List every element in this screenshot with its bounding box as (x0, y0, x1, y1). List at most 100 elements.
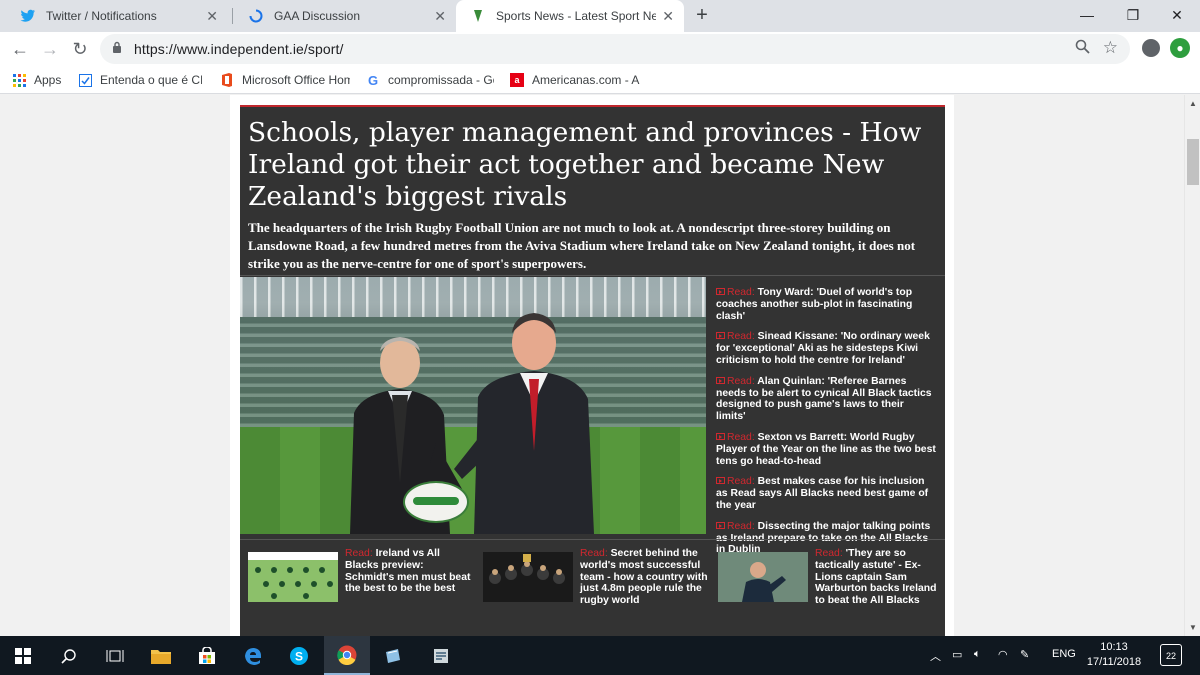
read-label: Read: (727, 520, 755, 532)
lock-icon (112, 41, 122, 56)
read-label: Read: (727, 287, 755, 298)
rugby-ball (403, 481, 469, 523)
hero-image[interactable] (240, 277, 706, 534)
bookmark-google[interactable]: G compromissada - Go (366, 71, 494, 89)
read-label: Read: (580, 548, 608, 559)
google-icon: G (367, 72, 379, 88)
tab-title: GAA Discussion (274, 9, 361, 23)
americanas-icon: a (510, 73, 524, 87)
article-headline[interactable]: Schools, player management and provinces… (248, 117, 938, 213)
close-icon[interactable]: ✕ (206, 8, 218, 24)
notification-center-icon[interactable]: 22 (1160, 644, 1182, 666)
new-tab-button[interactable]: + (692, 4, 712, 27)
team-celebration-thumbnail (483, 552, 573, 602)
related-link-4[interactable]: Read: Sexton vs Barrett: World Rugby Pla… (716, 432, 936, 467)
wifi-icon[interactable]: ◠ (998, 648, 1008, 661)
bookmark-office[interactable]: Microsoft Office Hom (220, 71, 350, 89)
bookmark-entenda[interactable]: Entenda o que é CDI (78, 71, 202, 89)
video-icon (716, 432, 725, 440)
minimize-button[interactable]: — (1064, 0, 1110, 30)
video-icon (716, 477, 725, 485)
related-link-5[interactable]: Read: Best makes case for his inclusion … (716, 476, 936, 511)
battery-icon[interactable]: ▭ (952, 648, 962, 661)
chrome-icon[interactable] (324, 636, 370, 675)
read-label: Read: (815, 548, 843, 559)
lead-article: Schools, player management and provinces… (240, 105, 945, 636)
bookmark-americanas[interactable]: a Americanas.com - A l (510, 71, 642, 89)
bookmark-label: Entenda o que é CDI (100, 73, 202, 87)
pen-icon[interactable]: ✎ (1020, 648, 1029, 661)
read-label: Read: (345, 548, 373, 559)
forward-icon[interactable]: → (38, 37, 62, 61)
related-link-2[interactable]: Read: Sinead Kissane: 'No ordinary week … (716, 331, 936, 366)
skype-icon[interactable]: S (276, 636, 322, 675)
zoom-icon[interactable] (1075, 39, 1090, 59)
tab-title: Twitter / Notifications (46, 9, 157, 23)
bookmarks-bar: Apps Entenda o que é CDI Microsoft Offic… (0, 66, 1200, 94)
back-icon[interactable]: ← (8, 37, 32, 61)
search-icon[interactable] (46, 636, 92, 675)
tab-twitter[interactable]: Twitter / Notifications ✕ (6, 0, 228, 32)
browser-toolbar: ← → ↻ https://www.independent.ie/sport/ … (0, 32, 1200, 66)
bottom-link-text[interactable]: Read: Secret behind the world's most suc… (580, 548, 710, 607)
tab-title: Sports News - Latest Sport News (496, 9, 656, 23)
bottom-link-text[interactable]: Read: 'They are so tactically astute' - … (815, 548, 945, 607)
app-icon[interactable] (418, 636, 464, 675)
loading-spinner-icon (248, 8, 264, 24)
tab-separator (232, 8, 233, 24)
divider (240, 275, 945, 276)
notepad-icon[interactable] (370, 636, 416, 675)
person-right (454, 313, 594, 534)
bookmark-label: compromissada - Go (388, 73, 494, 87)
maximize-button[interactable]: ❐ (1110, 0, 1156, 30)
video-icon (716, 288, 725, 295)
windows-start-icon[interactable] (0, 636, 46, 675)
language-indicator[interactable]: ENG (1052, 648, 1076, 660)
video-icon (716, 376, 725, 384)
article-standfirst: The headquarters of the Irish Rugby Foot… (248, 220, 916, 271)
task-view-icon[interactable] (92, 636, 138, 675)
reload-icon[interactable]: ↻ (68, 37, 92, 61)
bookmark-label: Microsoft Office Hom (242, 73, 350, 87)
office-icon (220, 73, 234, 87)
bottom-link-text[interactable]: Read: Ireland vs All Blacks preview: Sch… (345, 548, 475, 595)
profile-avatar-icon[interactable] (1142, 39, 1160, 57)
close-icon[interactable]: ✕ (662, 8, 674, 24)
bookmark-apps[interactable]: Apps (12, 71, 61, 89)
store-icon[interactable] (184, 636, 230, 675)
svg-text:S: S (295, 649, 303, 663)
close-window-button[interactable]: ✕ (1154, 0, 1200, 30)
address-bar[interactable]: https://www.independent.ie/sport/ ☆ (100, 34, 1130, 64)
team-lineup-thumbnail (248, 552, 338, 602)
clock-date: 17/11/2018 (1086, 656, 1142, 668)
vertical-scrollbar[interactable]: ▲ ▼ (1184, 95, 1200, 636)
scrollbar-thumb[interactable] (1187, 139, 1199, 185)
tab-gaa-discussion[interactable]: GAA Discussion ✕ (234, 0, 456, 32)
clock-time: 10:13 (1100, 641, 1128, 653)
checkbox-icon (78, 73, 92, 87)
clock[interactable]: 10:13 17/11/2018 (1084, 640, 1144, 670)
twitter-bird-icon (20, 8, 36, 24)
bookmark-label: Americanas.com - A l (532, 73, 642, 87)
close-icon[interactable]: ✕ (434, 8, 446, 24)
related-links: Read: Tony Ward: 'Duel of world's top co… (716, 287, 936, 565)
bottom-related-row: Read: Ireland vs All Blacks preview: Sch… (240, 539, 945, 636)
video-icon (716, 332, 725, 340)
related-link-1[interactable]: Read: Tony Ward: 'Duel of world's top co… (716, 287, 936, 322)
extension-icon[interactable]: ● (1170, 38, 1190, 58)
web-page-viewport: Schools, player management and provinces… (0, 95, 1184, 636)
related-link-3[interactable]: Read: Alan Quinlan: 'Referee Barnes need… (716, 376, 936, 423)
scroll-down-icon[interactable]: ▼ (1189, 623, 1197, 632)
bookmark-star-icon[interactable]: ☆ (1103, 38, 1118, 58)
volume-icon[interactable]: 🔈︎ (974, 648, 981, 661)
scroll-up-icon[interactable]: ▲ (1189, 99, 1197, 108)
edge-icon[interactable] (230, 636, 276, 675)
url-text[interactable]: https://www.independent.ie/sport/ (134, 41, 344, 57)
independent-harp-icon (470, 8, 486, 24)
tray-up-arrow-icon[interactable]: ︿ (930, 648, 941, 664)
tab-sports-news[interactable]: Sports News - Latest Sport News ✕ (456, 0, 684, 32)
read-label: Read: (727, 476, 755, 488)
video-icon (716, 521, 725, 529)
file-explorer-icon[interactable] (138, 636, 184, 675)
bookmark-label: Apps (34, 73, 62, 87)
